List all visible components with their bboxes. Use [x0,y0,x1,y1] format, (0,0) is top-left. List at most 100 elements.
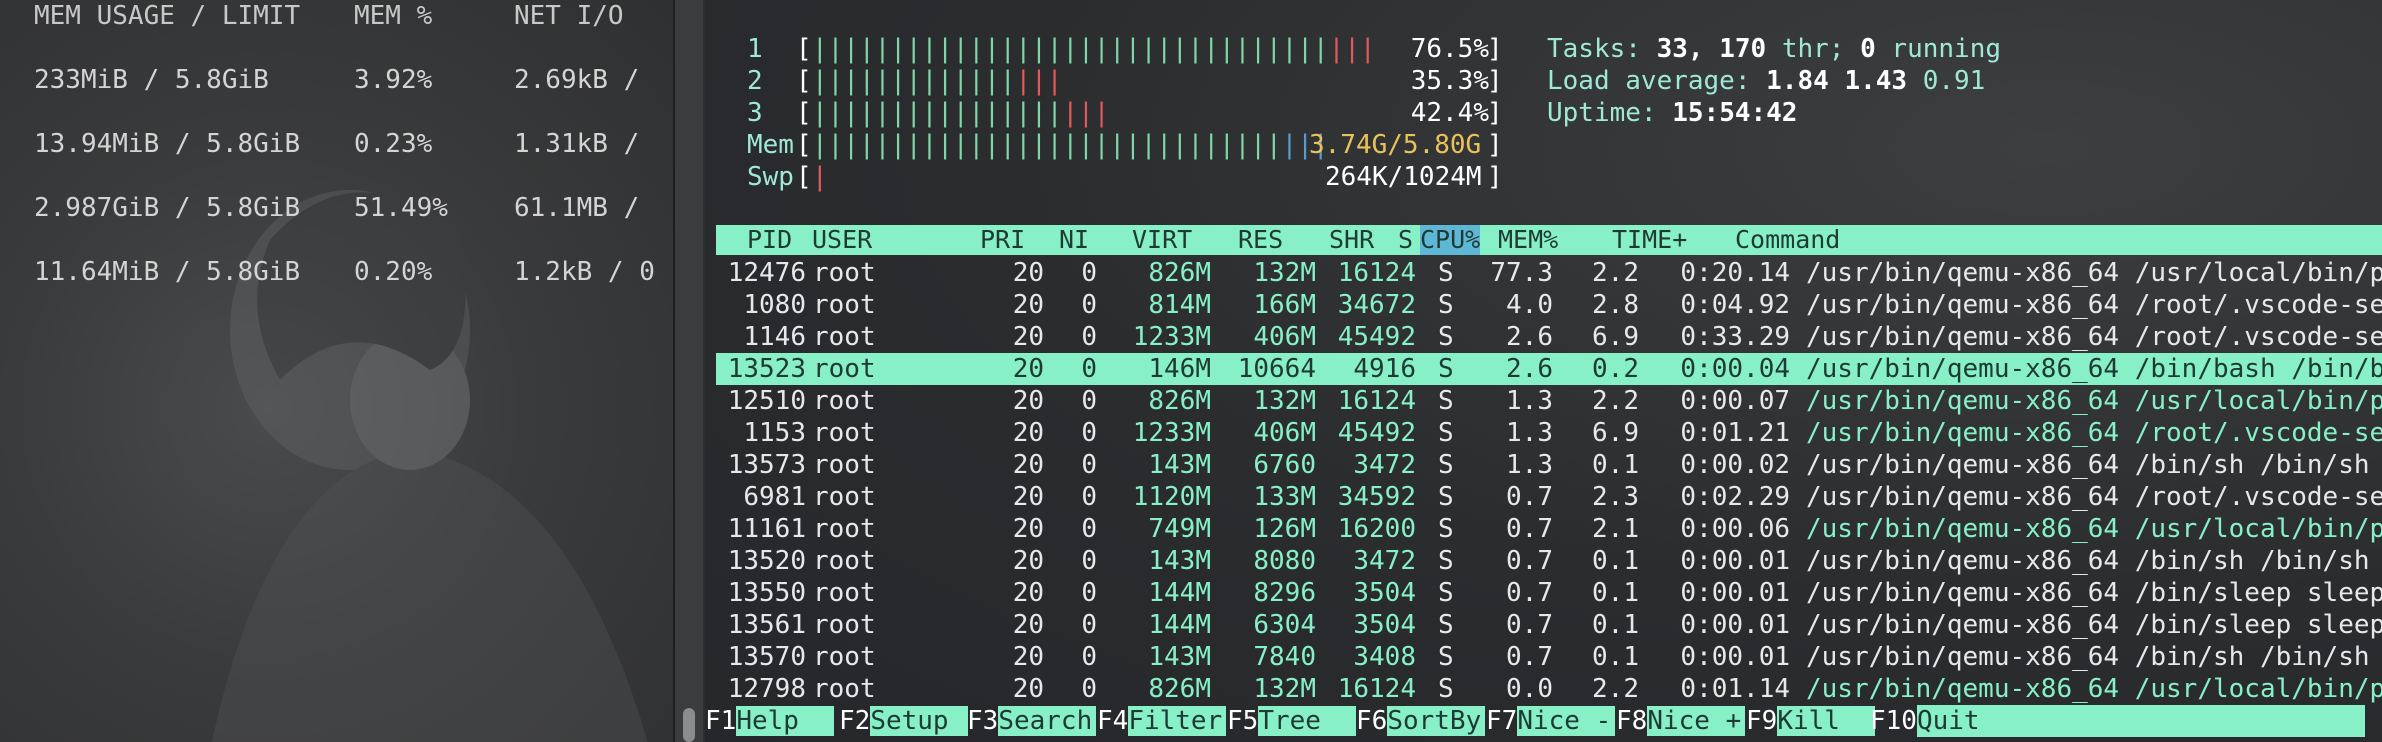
cpu-cell: 0.7 [1506,578,1553,608]
process-row[interactable]: 13570 root 20 0 143M 7840 3408 S 0.7 0.1 0:00.01/u… [716,641,2382,673]
command-cell: /usr/bin/qemu-x86_64 /usr/local/bin/pyth… [1806,386,2382,416]
pid-cell: 6981 [743,482,806,512]
cpu-cell: 0.7 [1506,610,1553,640]
function-key-label: Nice - [1517,706,1616,736]
mem-bar: ||||||||||||||||||||||||||||||||| [812,129,1329,161]
nice-cell: 0 [1081,354,1097,384]
col-mem[interactable]: MEM% [1498,225,1558,255]
priority-cell: 20 [1012,258,1044,288]
process-row-selected[interactable]: 13523 root 20 0 146M 10664 4916 S 2.6 0.2 0:00.04 /… [716,353,2382,385]
col-time[interactable]: TIME+ [1612,225,1687,255]
pid-cell: 12798 [727,674,806,704]
col-virt[interactable]: VIRT [1132,225,1192,255]
meter-bracket-close: ] [1487,98,1503,128]
process-row[interactable]: 1146 root 20 0 1233M 406M 45492 S 2.6 6.9 0:33.29 /… [716,321,2382,353]
function-key-f4[interactable]: F4Filter [1097,705,1227,737]
nice-cell: 0 [1081,450,1097,480]
tasks-line: Tasks: 33, 170 thr; 0 running [1547,34,2001,64]
command-cell: /usr/bin/qemu-x86_64 /usr/local/bin/pyth… [1806,514,2382,544]
function-key-f2[interactable]: F2Setup [839,705,969,737]
cpu-cell: 0.7 [1506,546,1553,576]
user-cell: root [813,610,876,640]
cpu-cell: 0.7 [1506,514,1553,544]
col-res[interactable]: RES [1238,225,1283,255]
shr-cell: 4916 [1353,354,1416,384]
time-cell: 0:00.02 [1680,450,1790,480]
function-key-f3[interactable]: F3Search [967,705,1097,737]
priority-cell: 20 [1012,674,1044,704]
scrollbar-thumb[interactable] [683,708,695,742]
col-pid[interactable]: PID [747,225,792,255]
process-row[interactable]: 12510 root 20 0 826M 132M 16124 S 1.3 2.2 0:00.07 /… [716,385,2382,417]
state-cell: S [1438,386,1454,416]
shr-cell: 16200 [1337,514,1416,544]
function-key-f5[interactable]: F5Tree [1227,705,1357,737]
pane-divider[interactable] [673,0,703,742]
command-cell: /usr/bin/qemu-x86_64 /root/.vscode-serve… [1806,322,2382,352]
cpu-cell: 2.6 [1506,354,1553,384]
process-row[interactable]: 1080 root 20 0 814M 166M 34672 S 4.0 2.8 0:04.92/u… [716,289,2382,321]
nice-cell: 0 [1081,610,1097,640]
col-ni[interactable]: NI [1059,225,1089,255]
docker-stats-row: 233MiB / 5.8GiB 3.92% 2.69kB / [0,60,673,100]
function-key-f8[interactable]: F8Nice + [1616,705,1746,737]
function-key-f10[interactable]: F10Quit [1870,705,2365,737]
priority-cell: 20 [1012,642,1044,672]
command-cell: /usr/bin/qemu-x86_64 /bin/sh /bin/sh -c … [1806,642,2370,672]
cpu-bar-kernel: ||| [1062,98,1110,128]
function-key-code: F9 [1746,706,1778,736]
function-key-f7[interactable]: F7Nice - [1486,705,1616,737]
function-key-f1[interactable]: F1Help [705,705,835,737]
pid-cell: 13550 [727,578,806,608]
priority-cell: 20 [1012,514,1044,544]
process-row[interactable]: 13550 root 20 0 144M 8296 3504 S 0.7 0.1 0:00.01/u… [716,577,2382,609]
pid-cell: 13520 [727,546,806,576]
shr-cell: 45492 [1337,418,1416,448]
process-row[interactable]: 1153 root 20 0 1233M 406M 45492 S 1.3 6.9 0:01.21 /… [716,417,2382,449]
virt-cell: 814M [1148,290,1211,320]
col-cpu-sorted[interactable]: CPU% [1420,225,1481,255]
swap-bar: | [812,162,828,192]
function-key-label: SortBy [1387,706,1486,736]
mem-value: 3.74G/5.80G [1309,130,1482,160]
user-cell: root [813,578,876,608]
process-row[interactable]: 13520 root 20 0 143M 8080 3472 S 0.7 0.1 0:00.01/u… [716,545,2382,577]
function-key-code: F1 [705,706,737,736]
anime-wallpaper-figure [211,190,648,742]
process-row[interactable]: 13573 root 20 0 143M 6760 3472 S 1.3 0.1 0:00.02/u… [716,449,2382,481]
col-command[interactable]: Command [1735,225,1840,255]
col-shr[interactable]: SHR [1329,225,1374,255]
mem-cell: 2.1 [1592,514,1639,544]
process-row[interactable]: 12798 root 20 0 826M 132M 16124 S 0.0 2.2 0:01.14 /… [716,673,2382,705]
process-row[interactable]: 11161 root 20 0 749M 126M 16200 S 0.7 2.1 0:00.06 /… [716,513,2382,545]
col-state[interactable]: S [1398,225,1413,255]
col-pri[interactable]: PRI [980,225,1025,255]
process-row[interactable]: 12476 root 20 0 826M 132M 16124 S 77.3 2.2 0:20.14… [716,257,2382,289]
mem-pct-cell: 3.92% [354,65,433,95]
priority-cell: 20 [1012,322,1044,352]
col-user[interactable]: USER [812,225,872,255]
function-key-f6[interactable]: F6SortBy [1356,705,1486,737]
pid-cell: 1146 [743,322,806,352]
virt-cell: 143M [1148,642,1211,672]
res-cell: 7840 [1253,642,1316,672]
function-key-code: F8 [1616,706,1648,736]
mem-usage-cell: 11.64MiB / 5.8GiB [34,257,301,287]
state-cell: S [1438,354,1454,384]
res-cell: 126M [1253,514,1316,544]
nice-cell: 0 [1081,258,1097,288]
docker-stats-row: 13.94MiB / 5.8GiB 0.23% 1.31kB / [0,124,673,164]
command-cell: /usr/bin/qemu-x86_64 /root/.vscode-serve… [1806,482,2382,512]
process-row[interactable]: 6981 root 20 0 1120M 133M 34592 S 0.7 2.3 0:02.29 /… [716,481,2382,513]
function-key-f9[interactable]: F9Kill [1746,705,1876,737]
state-cell: S [1438,578,1454,608]
docker-stats-row: 2.987GiB / 5.8GiB 51.49% 61.1MB / [0,188,673,228]
shr-cell: 34592 [1337,482,1416,512]
nice-cell: 0 [1081,322,1097,352]
docker-stats-pane: MEM USAGE / LIMIT MEM % NET I/O 233MiB /… [0,0,673,742]
virt-cell: 1120M [1132,482,1211,512]
process-row[interactable]: 13561 root 20 0 144M 6304 3504 S 0.7 0.1 0:00.01/u… [716,609,2382,641]
res-cell: 133M [1253,482,1316,512]
mem-cell: 2.2 [1592,386,1639,416]
user-cell: root [813,418,876,448]
